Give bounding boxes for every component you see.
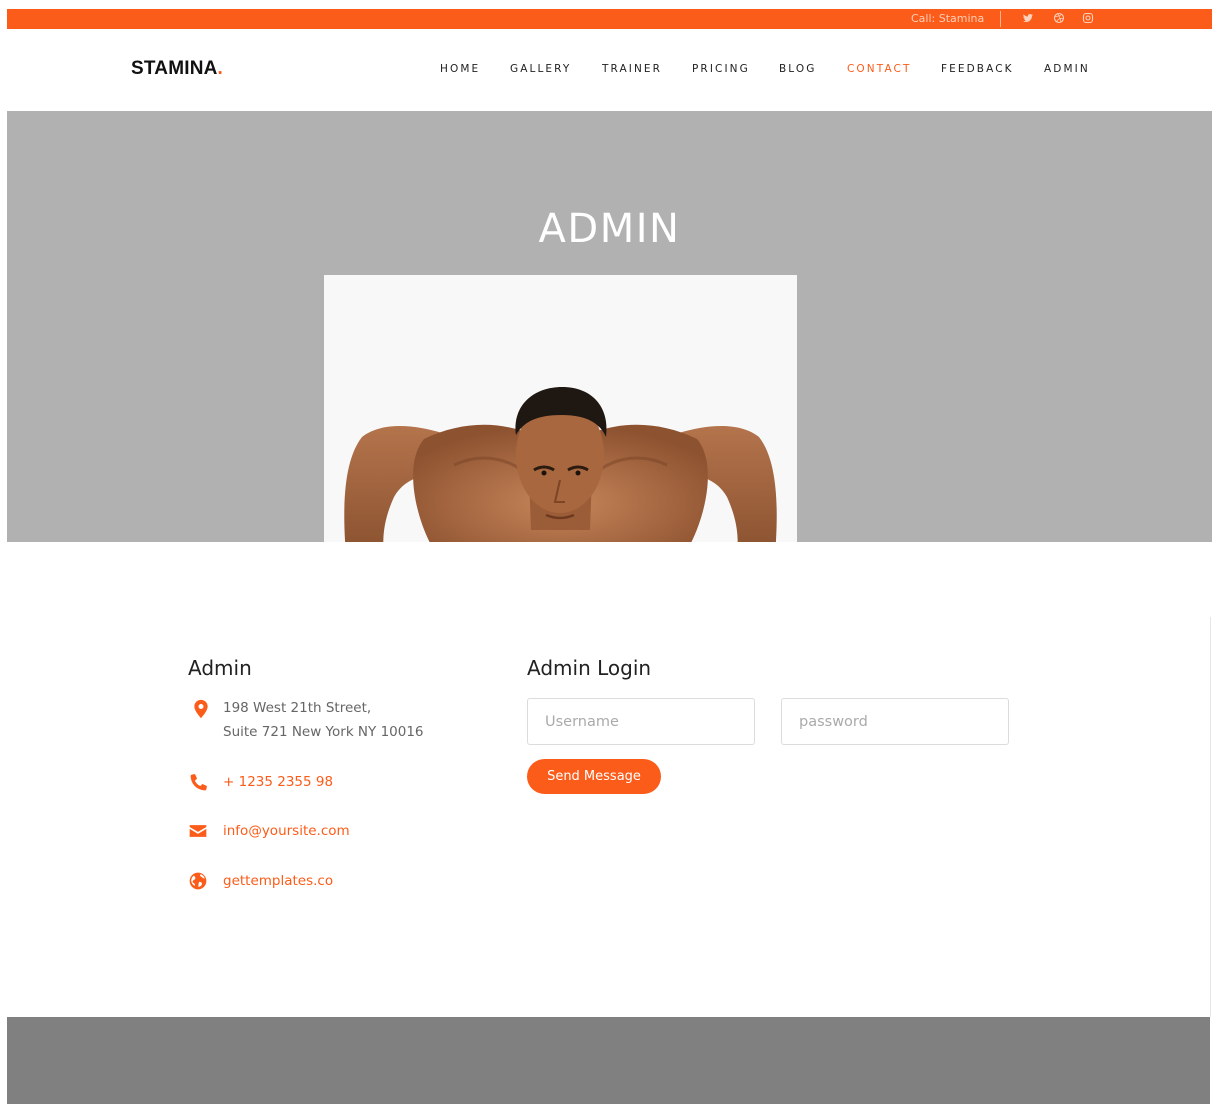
contact-info-title: Admin bbox=[188, 656, 252, 680]
globe-icon bbox=[189, 872, 207, 890]
hero-banner: ADMIN bbox=[7, 111, 1212, 542]
top-bar-divider bbox=[1000, 11, 1001, 27]
nav-contact[interactable]: CONTACT bbox=[847, 63, 912, 75]
pushup-athlete-image bbox=[344, 387, 777, 542]
nav-blog[interactable]: BLOG bbox=[779, 63, 816, 75]
contact-section: Admin 198 West 21th Street, Suite 721 Ne… bbox=[0, 542, 1217, 1017]
website-link[interactable]: gettemplates.co bbox=[223, 871, 333, 891]
footer bbox=[7, 1017, 1210, 1104]
address-line-1: 198 West 21th Street, bbox=[223, 700, 372, 716]
nav-admin[interactable]: ADMIN bbox=[1044, 63, 1090, 75]
twitter-icon[interactable] bbox=[1022, 12, 1034, 24]
nav-trainer[interactable]: TRAINER bbox=[602, 63, 662, 75]
nav-menu: HOME GALLERY TRAINER PRICING BLOG CONTAC… bbox=[7, 63, 1212, 77]
login-title: Admin Login bbox=[527, 656, 652, 680]
phone-link[interactable]: + 1235 2355 98 bbox=[223, 772, 333, 792]
dribbble-icon[interactable] bbox=[1053, 12, 1065, 24]
email-link[interactable]: info@yoursite.com bbox=[223, 821, 350, 841]
top-bar: Call: Stamina bbox=[7, 9, 1212, 29]
instagram-icon[interactable] bbox=[1082, 12, 1094, 24]
page-edge-divider bbox=[1210, 617, 1211, 1017]
nav-feedback[interactable]: FEEDBACK bbox=[941, 63, 1014, 75]
username-input[interactable] bbox=[527, 698, 755, 745]
nav-gallery[interactable]: GALLERY bbox=[510, 63, 571, 75]
nav-home[interactable]: HOME bbox=[440, 63, 480, 75]
password-input[interactable] bbox=[781, 698, 1009, 745]
nav-pricing[interactable]: PRICING bbox=[692, 63, 750, 75]
hero-image bbox=[324, 275, 797, 542]
main-navbar: STAMINA. HOME GALLERY TRAINER PRICING BL… bbox=[7, 29, 1212, 111]
mail-icon bbox=[189, 825, 207, 837]
location-pin-icon bbox=[194, 699, 208, 719]
page-title: ADMIN bbox=[538, 206, 681, 252]
call-text: Call: Stamina bbox=[911, 12, 985, 25]
phone-icon bbox=[190, 774, 207, 791]
address-line-2: Suite 721 New York NY 10016 bbox=[223, 724, 424, 740]
send-message-button[interactable]: Send Message bbox=[527, 759, 661, 794]
